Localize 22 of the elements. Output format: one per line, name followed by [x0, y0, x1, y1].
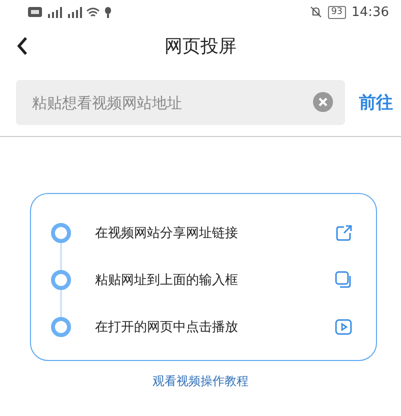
play-icon — [335, 318, 352, 336]
page-title: 网页投屏 — [164, 35, 236, 58]
clear-icon[interactable] — [313, 92, 333, 112]
signal-icon — [46, 6, 62, 18]
mute-bell-icon — [310, 6, 322, 18]
signal-icon — [66, 6, 82, 18]
step-text: 在打开的网页中点击播放 — [95, 319, 239, 336]
step-marker — [51, 317, 71, 337]
url-input-field[interactable]: 粘贴想看视频网站地址 — [16, 80, 345, 125]
copy-icon — [335, 271, 352, 289]
clock-time: 14:36 — [352, 4, 389, 20]
step-text: 在视频网站分享网址链接 — [95, 225, 239, 242]
battery-level: 93 — [328, 6, 346, 18]
go-button[interactable]: 前往 — [359, 91, 393, 114]
share-icon — [335, 224, 352, 242]
back-icon[interactable] — [16, 36, 28, 56]
hd-icon — [28, 7, 42, 17]
step-text: 粘贴网址到上面的输入框 — [95, 272, 239, 289]
step-marker — [51, 270, 71, 290]
tutorial-link[interactable]: 观看视频操作教程 — [152, 373, 248, 390]
step-marker — [51, 223, 71, 243]
wifi-icon — [86, 6, 100, 18]
